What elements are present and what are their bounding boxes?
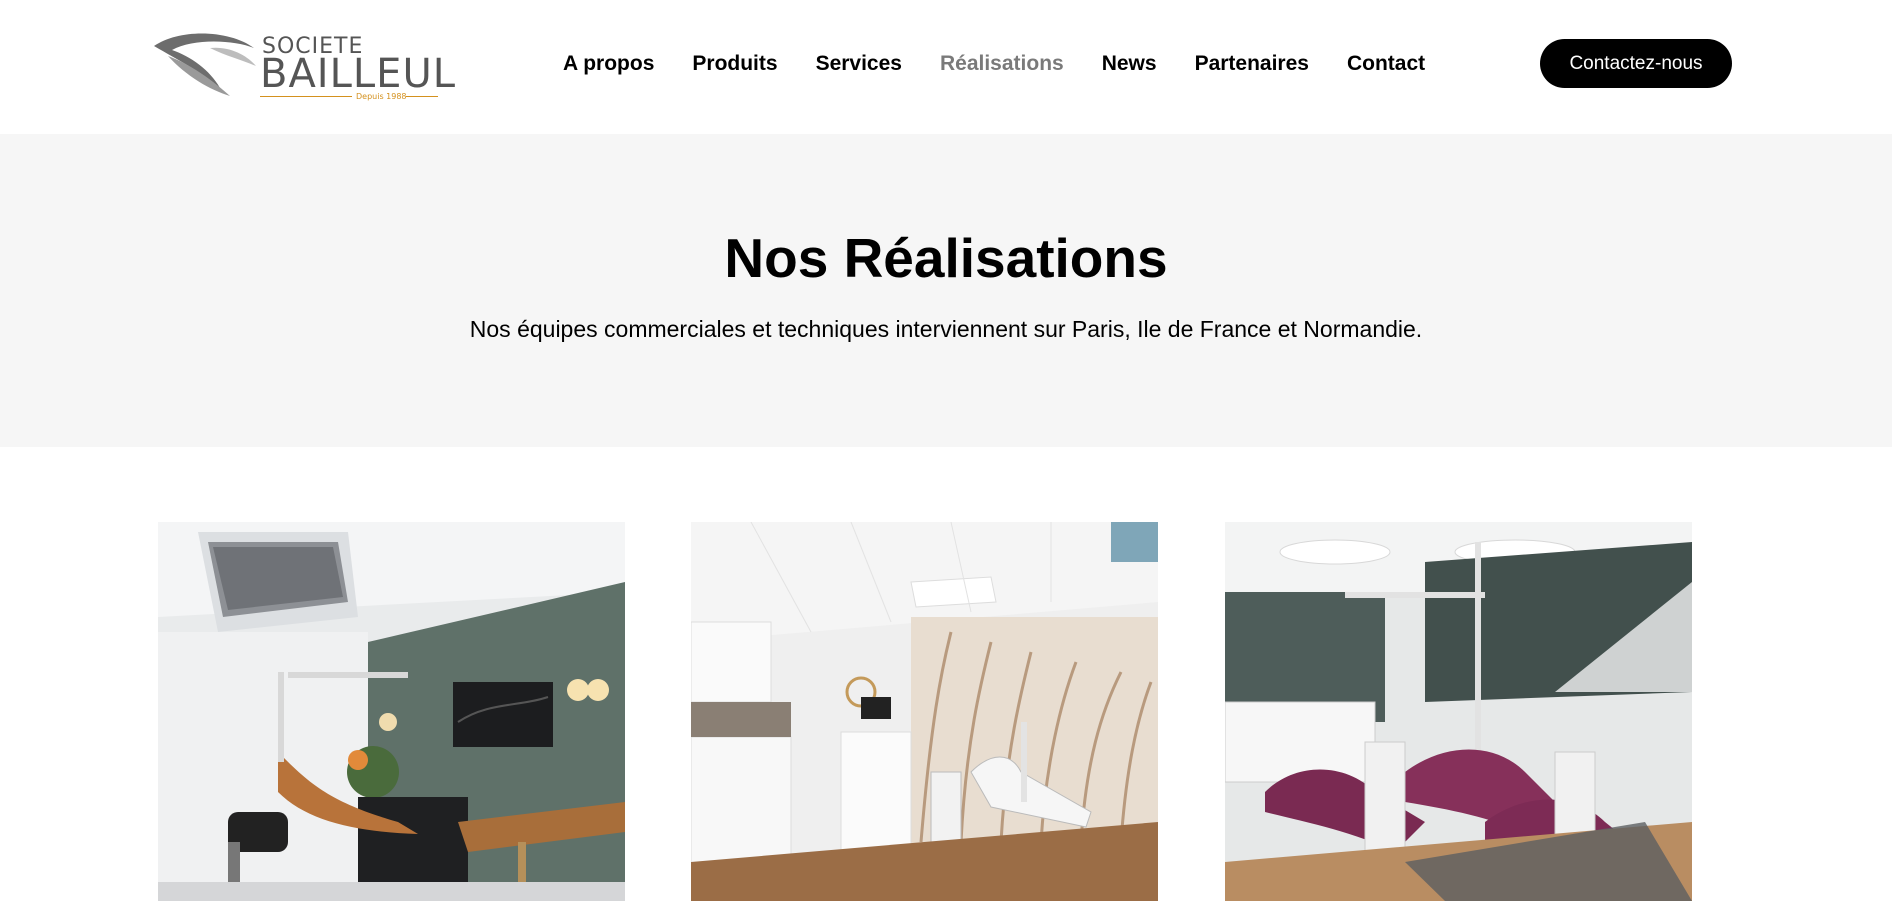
logo-line xyxy=(406,96,438,97)
nav-link-news[interactable]: News xyxy=(1102,52,1157,76)
dental-office-photo xyxy=(1225,522,1692,901)
logo[interactable]: SOCIETE BAILLEUL Depuis 1988 xyxy=(150,26,455,102)
nav-link-produits[interactable]: Produits xyxy=(692,52,777,76)
gallery-item-1[interactable] xyxy=(158,522,625,901)
main-nav: A propos Produits Services Réalisations … xyxy=(563,52,1463,76)
nav-link-a-propos[interactable]: A propos xyxy=(563,52,654,76)
dental-office-photo xyxy=(158,522,625,901)
contact-button[interactable]: Contactez-nous xyxy=(1540,39,1732,88)
nav-link-realisations[interactable]: Réalisations xyxy=(940,52,1064,76)
nav-link-partenaires[interactable]: Partenaires xyxy=(1195,52,1309,76)
page-title: Nos Réalisations xyxy=(724,227,1168,289)
dental-office-photo xyxy=(691,522,1158,901)
gallery-item-2[interactable] xyxy=(691,522,1158,901)
nav-link-services[interactable]: Services xyxy=(816,52,902,76)
hero-section: Nos Réalisations Nos équipes commerciale… xyxy=(0,134,1892,447)
logo-line xyxy=(260,96,352,97)
logo-text-main: BAILLEUL xyxy=(260,51,457,97)
gallery-item-3[interactable] xyxy=(1225,522,1692,901)
page-subtitle: Nos équipes commerciales et techniques i… xyxy=(469,316,1423,342)
logo-swoosh-icon xyxy=(154,33,256,96)
site-header: SOCIETE BAILLEUL Depuis 1988 A propos Pr… xyxy=(0,0,1892,134)
logo-since: Depuis 1988 xyxy=(356,92,407,101)
nav-link-contact[interactable]: Contact xyxy=(1347,52,1425,76)
